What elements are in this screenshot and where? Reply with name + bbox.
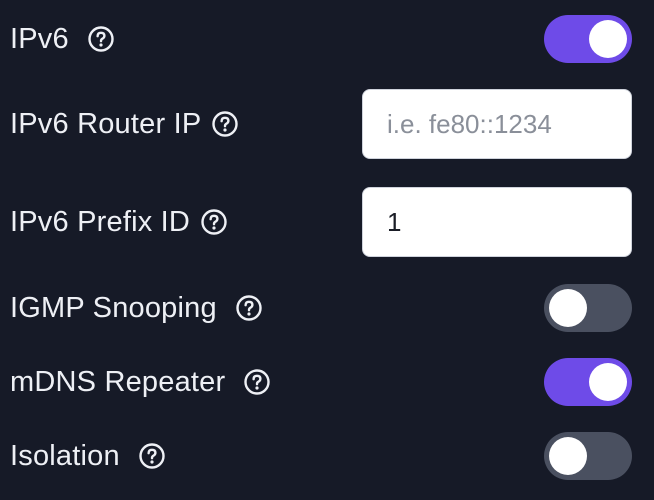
setting-label-group: IPv6 [10, 15, 115, 63]
setting-label: IGMP Snooping [10, 291, 217, 324]
igmp-snooping-toggle[interactable] [544, 284, 632, 332]
setting-row-isolation: Isolation [0, 432, 654, 480]
toggle-knob [589, 20, 627, 58]
setting-row-igmp-snooping: IGMP Snooping [0, 284, 654, 332]
setting-label-group: IGMP Snooping [10, 284, 263, 332]
setting-label: IPv6 Router IP [10, 107, 202, 140]
ipv6-router-ip-input[interactable] [362, 89, 632, 159]
isolation-toggle[interactable] [544, 432, 632, 480]
setting-label: mDNS Repeater [10, 365, 226, 398]
help-icon[interactable] [87, 25, 115, 53]
help-icon[interactable] [200, 208, 228, 236]
help-icon[interactable] [243, 368, 271, 396]
setting-label: IPv6 [10, 22, 69, 55]
ipv6-prefix-id-input[interactable] [362, 187, 632, 257]
setting-row-ipv6-router-ip: IPv6 Router IP [0, 89, 654, 159]
setting-label: IPv6 Prefix ID [10, 205, 191, 238]
setting-row-ipv6-prefix-id: IPv6 Prefix ID [0, 187, 654, 257]
setting-label-group: IPv6 Router IP [10, 89, 239, 159]
mdns-repeater-toggle[interactable] [544, 358, 632, 406]
setting-row-ipv6: IPv6 [0, 15, 654, 63]
setting-label-group: Isolation [10, 432, 166, 480]
ipv6-toggle[interactable] [544, 15, 632, 63]
setting-label: Isolation [10, 439, 120, 472]
setting-label-group: mDNS Repeater [10, 358, 271, 406]
help-icon[interactable] [211, 110, 239, 138]
help-icon[interactable] [235, 294, 263, 322]
toggle-knob [589, 363, 627, 401]
toggle-knob [549, 437, 587, 475]
setting-row-mdns-repeater: mDNS Repeater [0, 358, 654, 406]
toggle-knob [549, 289, 587, 327]
help-icon[interactable] [138, 442, 166, 470]
setting-label-group: IPv6 Prefix ID [10, 187, 228, 257]
